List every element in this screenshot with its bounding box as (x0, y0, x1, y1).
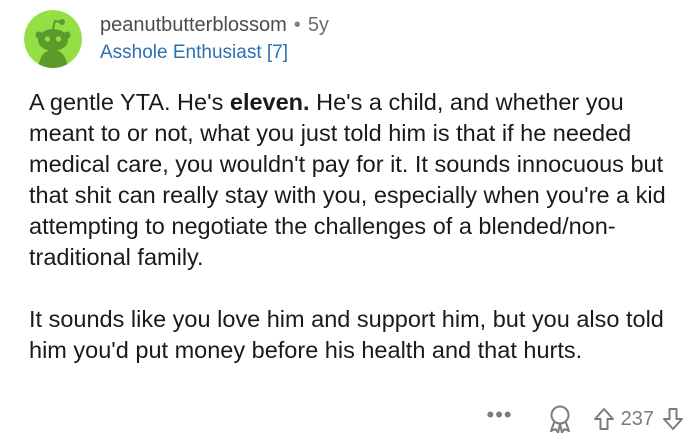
user-flair: Asshole Enthusiast [7] (100, 42, 288, 63)
bold-emphasis: eleven. (229, 89, 310, 115)
upvote-button[interactable] (593, 407, 615, 431)
comment-paragraph-1: A gentle YTA. He's eleven. He's a child,… (29, 87, 679, 273)
award-icon (549, 405, 570, 433)
username-link[interactable]: peanutbutterblossom (100, 13, 287, 37)
paragraph-text: A gentle YTA. He's (29, 89, 230, 115)
paragraph-text: He's a child, and whether you meant to o… (29, 89, 666, 270)
comment-meta: peanutbutterblossom • 5y Asshole Enthusi… (100, 13, 329, 65)
comment-header: peanutbutterblossom • 5y Asshole Enthusi… (24, 10, 329, 68)
comment-age: 5y (307, 14, 329, 36)
award-button[interactable] (547, 405, 573, 433)
comment-body: A gentle YTA. He's eleven. He's a child,… (29, 87, 679, 366)
comment-actions: ••• 237 (487, 404, 684, 434)
user-avatar[interactable] (24, 10, 82, 68)
more-options-button[interactable]: ••• (487, 404, 513, 426)
reddit-snoo-avatar-icon (24, 10, 82, 68)
downvote-arrow-icon (663, 408, 683, 430)
downvote-button[interactable] (662, 407, 684, 431)
meta-separator: • (293, 14, 301, 36)
vote-count: 237 (620, 407, 654, 430)
comment-paragraph-2: It sounds like you love him and support … (29, 306, 664, 363)
upvote-arrow-icon (593, 408, 614, 430)
